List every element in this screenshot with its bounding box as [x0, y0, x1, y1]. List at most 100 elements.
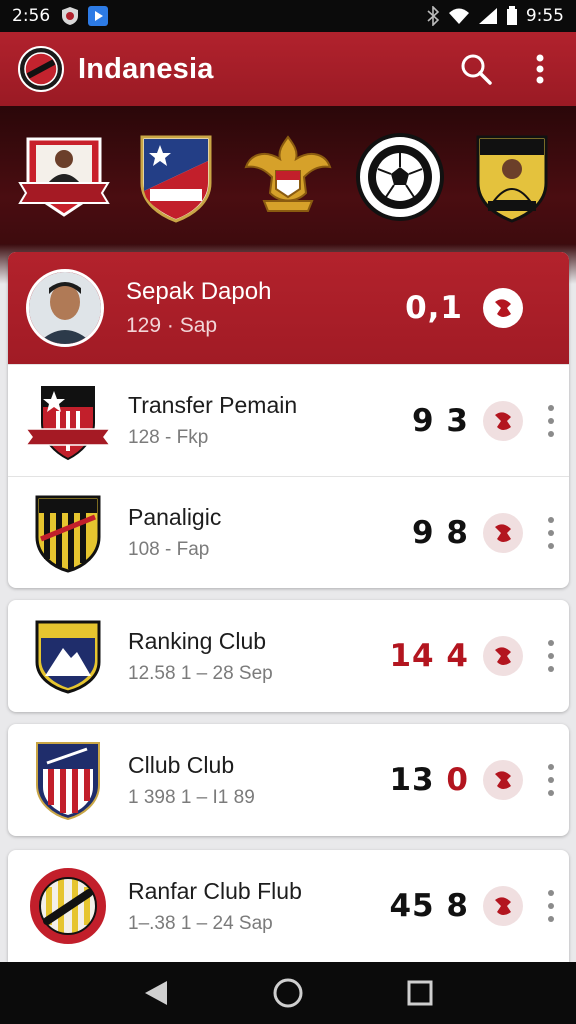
score-home: 9	[412, 402, 435, 439]
match-score: 45 8	[389, 888, 469, 924]
list-item[interactable]: Ranfar Club Flub 1–.38 1 – 24 Sap 45 8	[8, 850, 569, 962]
featured-score: 0,1	[405, 290, 463, 326]
club-meta: 128 - Fkp	[128, 427, 209, 448]
app-title: Indanesia	[78, 52, 214, 85]
match-score: 14 4	[389, 638, 469, 674]
score-away: 8	[446, 514, 469, 551]
club-meta: 1 398 1 – I1 89	[128, 786, 255, 808]
featured-favorite-button[interactable]	[483, 288, 523, 328]
club-name: Panaligic	[128, 504, 222, 530]
system-navigation-bar	[0, 962, 576, 1024]
search-icon	[461, 54, 492, 85]
play-notification-icon	[88, 6, 109, 26]
crest-yellow-player[interactable]	[466, 131, 558, 223]
recents-button[interactable]	[400, 973, 440, 1013]
club-name: Transfer Pemain	[128, 392, 298, 418]
clubs-strip	[0, 106, 576, 258]
status-time-left: 2:56	[12, 6, 51, 26]
more-options-button[interactable]	[547, 404, 555, 437]
club-name: Ranking Club	[128, 627, 267, 654]
favorite-button[interactable]	[483, 760, 523, 800]
score-home: 13	[389, 762, 435, 798]
club-badge-icon	[495, 647, 511, 665]
signal-icon	[478, 8, 497, 24]
app-bar: Indanesia	[0, 32, 576, 106]
crest-flag-shield[interactable]	[130, 131, 222, 223]
club-logo	[18, 856, 118, 956]
match-card: Cllub Club 1 398 1 – I1 89 13 0	[8, 724, 569, 836]
club-meta: 12.58 1 – 28 Sep	[128, 662, 273, 684]
overflow-menu-button[interactable]	[522, 51, 558, 87]
club-logo	[18, 606, 118, 706]
crest-football[interactable]	[354, 131, 446, 223]
bluetooth-icon	[427, 6, 439, 26]
crest-garuda[interactable]	[242, 131, 334, 223]
club-badge-icon	[495, 771, 511, 789]
battery-icon	[506, 6, 517, 25]
club-badge-icon	[495, 897, 511, 915]
shield-notification-icon	[62, 7, 79, 25]
club-meta: 108 - Fap	[128, 539, 210, 560]
list-item[interactable]: Transfer Pemain 128 - Fkp 9 3	[8, 364, 569, 476]
flag-shield-icon	[140, 135, 212, 223]
more-options-button[interactable]	[547, 516, 555, 549]
striped-crest-icon	[35, 495, 101, 573]
list-item[interactable]: Panaligic 108 - Fap 9 8	[8, 476, 569, 588]
club-logo	[18, 483, 118, 583]
match-card-group: Sepak Dapoh 129 · Sap 0,1 Transfer Pemai…	[8, 252, 569, 588]
score-away: 4	[446, 638, 469, 674]
club-logo	[18, 371, 118, 471]
score-away: 8	[446, 888, 469, 924]
more-options-button[interactable]	[547, 764, 555, 796]
more-vertical-icon	[536, 54, 544, 84]
back-triangle-icon	[145, 981, 167, 1005]
match-card: Ranfar Club Flub 1–.38 1 – 24 Sap 45 8	[8, 850, 569, 962]
club-logo	[18, 730, 118, 830]
favorite-button[interactable]	[483, 886, 523, 926]
favorite-button[interactable]	[483, 636, 523, 676]
recents-square-icon	[407, 980, 433, 1006]
round-crest-icon	[28, 866, 108, 946]
avatar	[26, 269, 104, 347]
search-button[interactable]	[458, 51, 494, 87]
more-options-button[interactable]	[547, 890, 555, 922]
score-away: 3	[446, 402, 469, 439]
home-button[interactable]	[268, 973, 308, 1013]
wifi-icon	[448, 8, 469, 24]
club-badge-icon	[495, 411, 511, 430]
club-meta: 1–.38 1 – 24 Sap	[128, 912, 273, 934]
status-time-right: 9:55	[525, 6, 564, 26]
score-home: 45	[389, 888, 435, 924]
featured-row[interactable]: Sepak Dapoh 129 · Sap 0,1	[8, 252, 569, 364]
score-away: 0	[446, 762, 469, 798]
football-crest-icon	[356, 133, 444, 221]
more-options-button[interactable]	[547, 640, 555, 672]
featured-meta: 129 · Sap	[126, 314, 218, 337]
club-name: Cllub Club	[128, 751, 235, 778]
club-badge-icon	[495, 299, 511, 317]
home-circle-icon	[273, 978, 303, 1008]
star-crest-icon	[24, 385, 112, 460]
featured-name: Sepak Dapoh	[126, 278, 272, 305]
garuda-crest-icon	[244, 135, 332, 212]
club-name: Ranfar Club Flub	[128, 877, 302, 904]
match-card: Ranking Club 12.58 1 – 28 Sep 14 4	[8, 600, 569, 712]
status-bar: 2:56 9:55	[0, 0, 576, 32]
favorite-button[interactable]	[483, 400, 523, 441]
player-photo-icon	[29, 272, 101, 344]
mountain-crest-icon	[35, 620, 101, 694]
match-score: 9 3	[412, 403, 469, 439]
score-home: 9	[412, 514, 435, 551]
list-item[interactable]: Ranking Club 12.58 1 – 28 Sep 14 4	[8, 600, 569, 712]
favorite-button[interactable]	[483, 512, 523, 553]
match-score: 13 0	[389, 762, 469, 798]
list-item[interactable]: Cllub Club 1 398 1 – I1 89 13 0	[8, 724, 569, 836]
score-home: 14	[389, 638, 435, 674]
yellow-player-crest-icon	[476, 135, 548, 223]
player-crest-icon	[18, 137, 110, 217]
crest-player-red[interactable]	[18, 131, 110, 223]
app-logo-icon[interactable]	[18, 46, 64, 92]
match-score: 9 8	[412, 515, 469, 551]
atletico-crest-icon	[36, 742, 100, 821]
back-button[interactable]	[136, 973, 176, 1013]
